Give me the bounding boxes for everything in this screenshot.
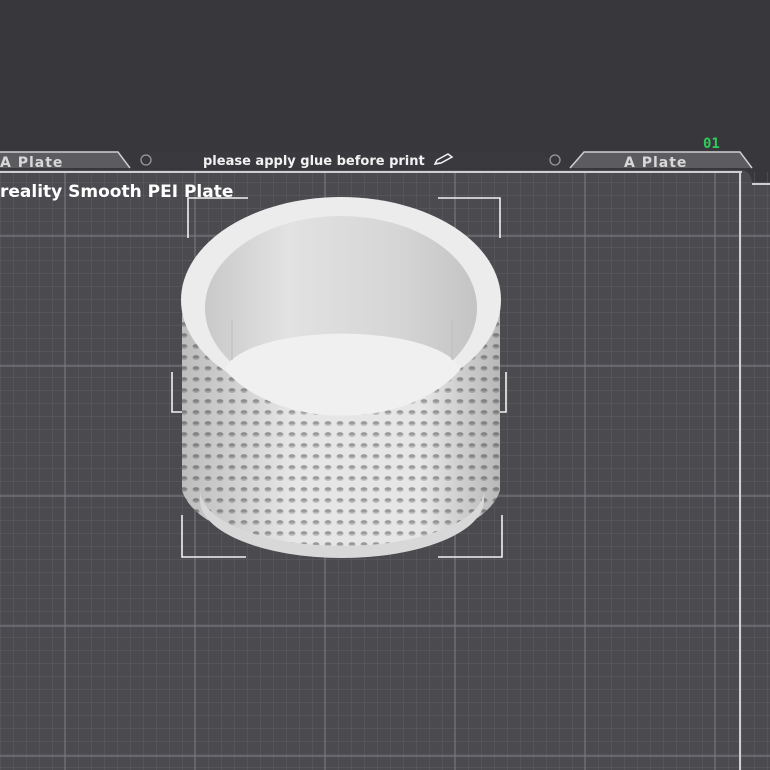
plate-tab-right[interactable]: A Plate (624, 155, 687, 171)
3d-viewport[interactable] (0, 0, 770, 770)
plate-tab-left[interactable]: A Plate (0, 155, 63, 171)
plate-notice-text: please apply glue before print (203, 153, 425, 169)
plate-notice: please apply glue before print (203, 152, 455, 170)
plate-number: 01 (703, 136, 720, 152)
model-cup[interactable] (181, 197, 501, 560)
pencil-icon[interactable] (433, 152, 455, 170)
plate-type-label: reality Smooth PEI Plate (0, 182, 234, 202)
